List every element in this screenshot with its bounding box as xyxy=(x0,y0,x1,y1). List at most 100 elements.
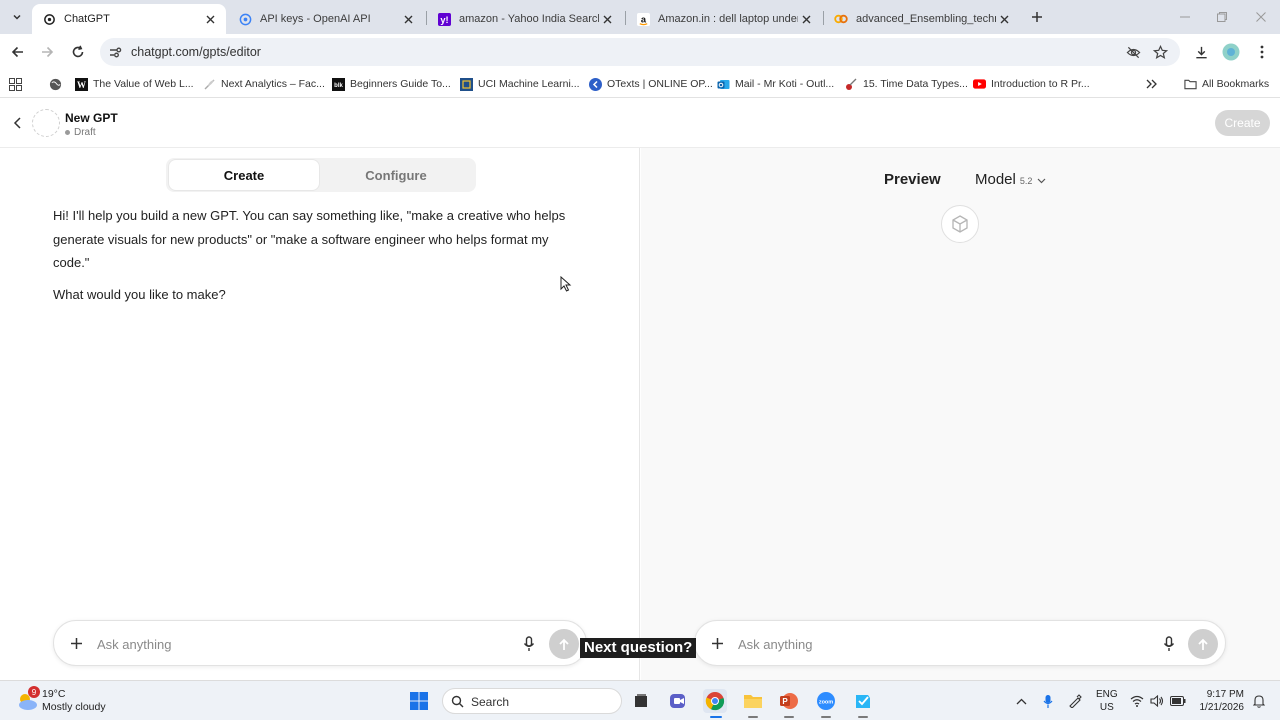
microphone-icon[interactable] xyxy=(1161,635,1177,653)
system-clock[interactable]: 9:17 PM 1/21/2026 xyxy=(1190,688,1245,714)
input-language[interactable]: ENG US xyxy=(1096,688,1118,714)
close-tab-icon[interactable] xyxy=(400,11,416,27)
bookmark-label: Next Analytics – Fac... xyxy=(221,78,325,90)
profile-avatar[interactable] xyxy=(1222,43,1240,61)
minimize-window-button[interactable] xyxy=(1178,10,1192,24)
tab-title: Amazon.in : dell laptop under 3 xyxy=(658,13,798,25)
file-explorer-icon[interactable] xyxy=(741,689,765,713)
chrome-icon[interactable] xyxy=(703,689,727,713)
new-tab-button[interactable] xyxy=(1028,8,1046,26)
colab-icon xyxy=(834,12,848,26)
browser-menu-button[interactable] xyxy=(1253,43,1271,61)
message-line: code." xyxy=(53,255,90,270)
message-line: generate visuals for new products" or "m… xyxy=(53,231,549,247)
bookmark-item[interactable]: UCI Machine Learni... xyxy=(460,76,580,92)
bookmark-item[interactable]: 15. Time Data Types... xyxy=(845,76,968,92)
reload-icon xyxy=(72,45,84,58)
minimize-icon xyxy=(1180,16,1190,18)
volume-icon[interactable] xyxy=(1149,693,1165,709)
microphone-icon[interactable] xyxy=(521,635,537,653)
bookmark-label: Introduction to R Pr... xyxy=(991,78,1090,90)
apps-button[interactable] xyxy=(9,76,22,92)
all-bookmarks-button[interactable]: All Bookmarks xyxy=(1184,76,1269,92)
tab-configure[interactable]: Configure xyxy=(321,160,471,190)
browser-tab-strip: ChatGPT API keys - OpenAI API y! amazon … xyxy=(0,0,1280,34)
video-caption-overlay: Next question? xyxy=(580,638,697,658)
tab-create[interactable]: Create xyxy=(169,160,319,190)
preview-title: Preview xyxy=(884,171,941,188)
wordpress-icon: W xyxy=(75,77,88,91)
address-bar[interactable]: chatgpt.com/gpts/editor xyxy=(100,38,1180,66)
bookmark-globe[interactable] xyxy=(49,76,62,92)
bookmark-item[interactable]: Next Analytics – Fac... xyxy=(203,76,325,92)
model-selector[interactable]: Model 5.2 xyxy=(975,171,1046,188)
chevron-left-icon xyxy=(13,117,21,129)
preview-input[interactable] xyxy=(738,633,1148,655)
globe-icon xyxy=(49,78,62,90)
preview-send-button[interactable] xyxy=(1188,629,1218,659)
browser-toolbar: chatgpt.com/gpts/editor xyxy=(0,34,1280,70)
teams-icon[interactable] xyxy=(667,689,691,713)
more-bookmarks-button[interactable] xyxy=(1146,76,1157,92)
bookmark-item[interactable]: blk Beginners Guide To... xyxy=(332,76,451,92)
microphone-tray-icon[interactable] xyxy=(1040,693,1056,709)
mouse-cursor-icon xyxy=(560,276,572,292)
running-app-indicator xyxy=(748,716,758,718)
browser-tab-yahoo[interactable]: y! amazon - Yahoo India Search R xyxy=(427,4,623,34)
pen-tray-icon[interactable] xyxy=(1067,693,1083,709)
notification-bell-icon[interactable] xyxy=(1251,693,1267,709)
profile-icon xyxy=(1222,43,1240,61)
weather-alert-badge: 9 xyxy=(28,686,40,698)
star-icon[interactable] xyxy=(1152,44,1168,60)
bookmark-item[interactable]: W The Value of Web L... xyxy=(75,76,194,92)
close-window-button[interactable] xyxy=(1254,10,1268,24)
tab-search-button[interactable] xyxy=(6,6,28,28)
close-tab-icon[interactable] xyxy=(202,11,218,27)
browser-tab-chatgpt[interactable]: ChatGPT xyxy=(32,4,226,34)
reload-button[interactable] xyxy=(69,43,87,61)
builder-input[interactable] xyxy=(97,633,507,655)
close-tab-icon[interactable] xyxy=(996,11,1012,27)
tray-overflow-chevron-icon[interactable] xyxy=(1013,693,1029,709)
bookmark-item[interactable]: Mail - Mr Koti - Outl... xyxy=(717,76,834,92)
close-tab-icon[interactable] xyxy=(599,11,615,27)
builder-send-button[interactable] xyxy=(549,629,579,659)
builder-composer xyxy=(53,620,587,666)
gpt-avatar-placeholder[interactable] xyxy=(32,109,60,137)
tab-title: API keys - OpenAI API xyxy=(260,13,371,25)
windows-start-icon[interactable] xyxy=(407,689,431,713)
restore-window-button[interactable] xyxy=(1215,10,1229,24)
task-view-icon[interactable] xyxy=(629,689,653,713)
taskbar-search[interactable]: Search xyxy=(442,688,622,714)
model-label: Model xyxy=(975,171,1016,188)
arrow-right-icon xyxy=(42,46,54,58)
forward-button[interactable] xyxy=(38,43,56,61)
preview-gpt-avatar xyxy=(941,205,979,243)
close-tab-icon[interactable] xyxy=(798,11,814,27)
back-button[interactable] xyxy=(9,43,27,61)
wifi-icon[interactable] xyxy=(1129,693,1145,709)
attach-plus-icon[interactable] xyxy=(709,635,725,651)
builder-message: Hi! I'll help you build a new GPT. You c… xyxy=(53,204,593,275)
bookmark-item[interactable]: OTexts | ONLINE OP... xyxy=(589,76,713,92)
svg-text:blk: blk xyxy=(334,83,343,89)
editor-back-button[interactable] xyxy=(10,115,26,131)
browser-tab-api-keys[interactable]: API keys - OpenAI API xyxy=(228,4,424,34)
bookmark-label: Beginners Guide To... xyxy=(350,78,451,90)
zoom-icon[interactable]: zoom xyxy=(814,689,838,713)
eye-slash-icon[interactable] xyxy=(1125,44,1141,60)
tab-title: amazon - Yahoo India Search R xyxy=(459,13,599,25)
downloads-button[interactable] xyxy=(1192,43,1210,61)
create-gpt-button[interactable]: Create xyxy=(1215,110,1270,136)
cube-icon xyxy=(952,215,968,233)
browser-tab-colab[interactable]: advanced_Ensembling_techniqu xyxy=(824,4,1020,34)
browser-tab-amazon[interactable]: a Amazon.in : dell laptop under 3 xyxy=(626,4,822,34)
battery-icon[interactable] xyxy=(1170,693,1186,709)
chevron-down-icon xyxy=(13,14,21,20)
site-settings-icon[interactable] xyxy=(108,45,122,59)
attach-plus-icon[interactable] xyxy=(68,635,84,651)
powerpoint-icon[interactable]: P xyxy=(777,689,801,713)
bookmark-item[interactable]: Introduction to R Pr... xyxy=(973,76,1090,92)
sticky-icon[interactable] xyxy=(851,689,875,713)
arrow-left-icon xyxy=(11,46,23,58)
